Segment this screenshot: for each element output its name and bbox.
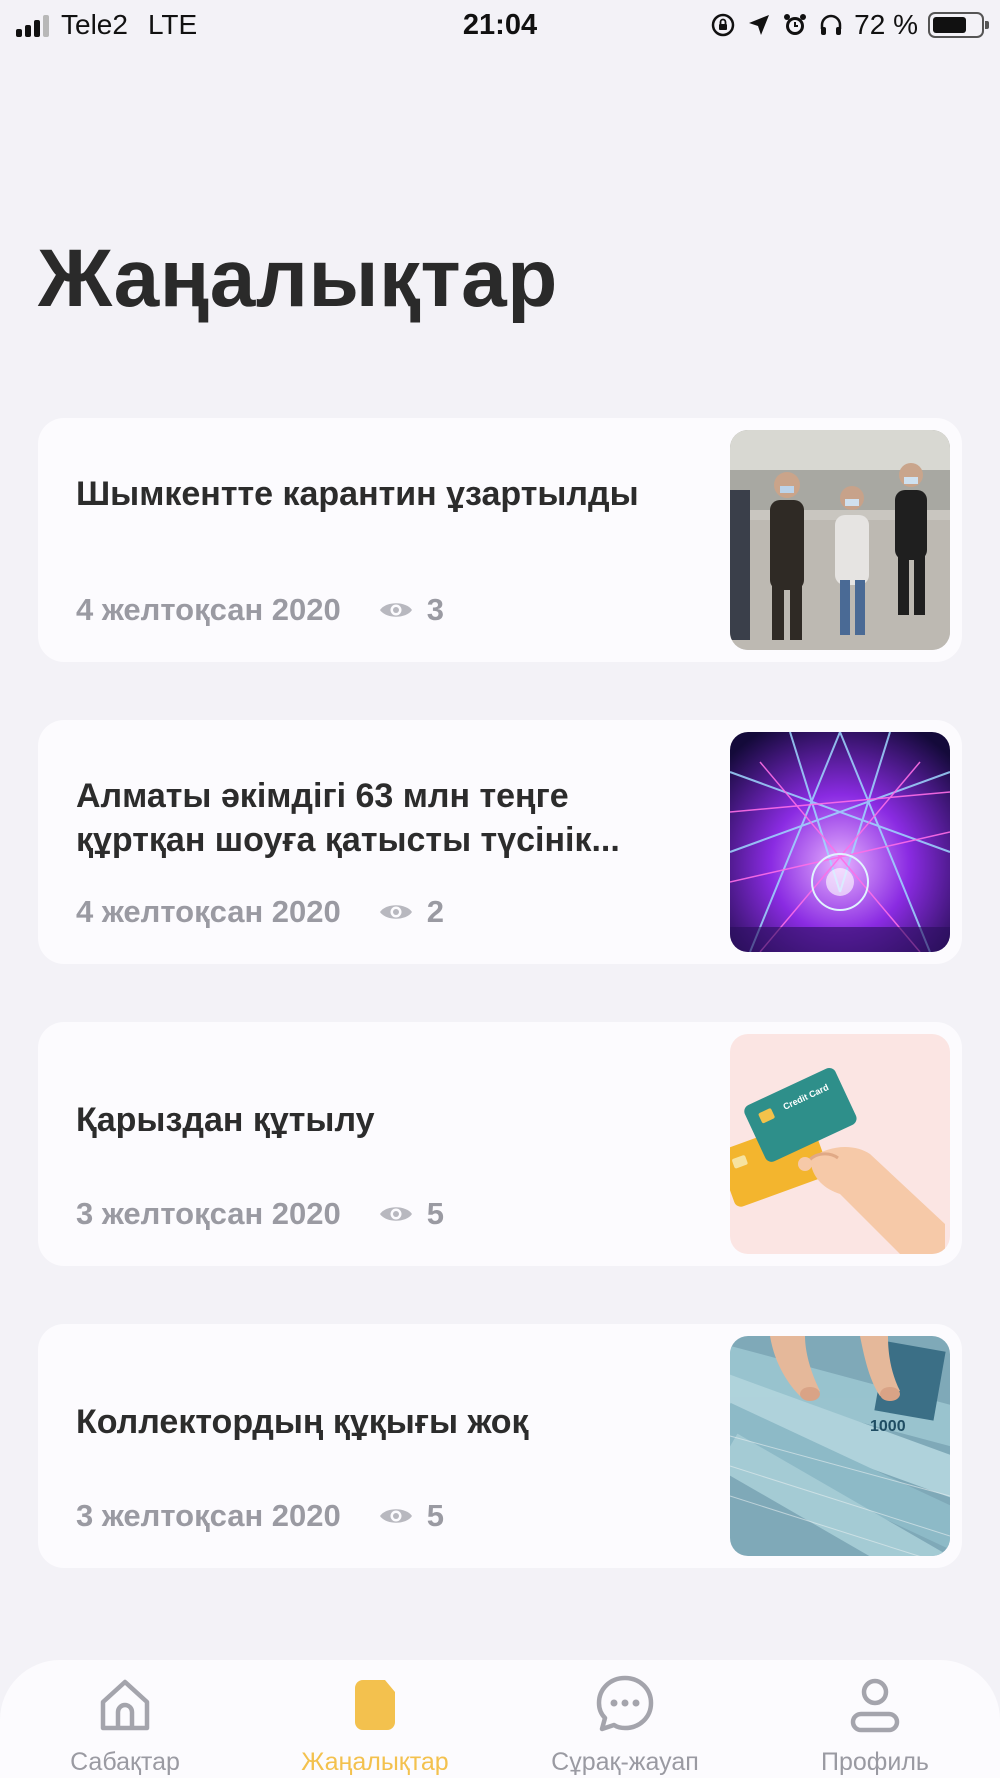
- status-bar: Tele2 LTE 21:04 72 %: [0, 0, 1000, 50]
- tab-label: Сұрақ-жауап: [551, 1748, 699, 1776]
- bottom-tab-bar: Сабақтар Жаңалықтар Сұрақ-жауап Профиль: [0, 1660, 1000, 1778]
- eye-icon: [379, 1203, 413, 1225]
- news-card[interactable]: Алматы әкімдігі 63 млн теңге құртқан шоу…: [38, 720, 962, 964]
- battery-level-fill: [933, 17, 967, 33]
- tenge-banknotes-photo: 1000: [730, 1336, 950, 1556]
- alarm-icon: [782, 12, 808, 38]
- laser-light-show-photo: [730, 732, 950, 952]
- status-left: Tele2 LTE: [16, 9, 197, 41]
- news-meta: 3 желтоқсан 2020 5: [76, 1498, 444, 1534]
- eye-icon: [379, 901, 413, 923]
- news-views: 5: [426, 1196, 444, 1231]
- eye-icon: [379, 599, 413, 621]
- news-meta: 4 желтоқсан 2020 2: [76, 894, 444, 930]
- tab-label: Профиль: [821, 1748, 929, 1776]
- news-card[interactable]: Шымкентте карантин ұзартылды 4 желтоқсан…: [38, 418, 962, 662]
- tab-news[interactable]: Жаңалықтар: [275, 1672, 475, 1777]
- news-card[interactable]: Қарыздан құтылу 3 желтоқсан 2020 5 Credi…: [38, 1022, 962, 1266]
- chat-bubble-icon: [593, 1672, 657, 1736]
- news-icon: [343, 1672, 407, 1736]
- page-title: Жаңалықтар: [38, 233, 558, 324]
- news-date: 3 желтоқсан 2020: [76, 1196, 341, 1231]
- profile-icon: [843, 1672, 907, 1736]
- tab-label: Сабақтар: [70, 1748, 180, 1776]
- news-list: Шымкентте карантин ұзартылды 4 желтоқсан…: [38, 418, 962, 1626]
- news-title: Коллектордың құқығы жоқ: [76, 1403, 529, 1441]
- tab-profile[interactable]: Профиль: [775, 1672, 975, 1777]
- network-type: LTE: [147, 9, 198, 40]
- news-date: 4 желтоқсан 2020: [76, 592, 341, 627]
- signal-strength-icon: [16, 13, 49, 37]
- credit-cards-illustration: Credit Card: [730, 1034, 950, 1254]
- carrier-name: Tele2: [61, 9, 128, 40]
- people-wearing-masks-photo: [730, 430, 950, 650]
- news-views: 5: [426, 1498, 444, 1533]
- news-card[interactable]: Коллектордың құқығы жоқ 3 желтоқсан 2020…: [38, 1324, 962, 1568]
- news-date: 4 желтоқсан 2020: [76, 894, 341, 929]
- svg-text:1000: 1000: [870, 1418, 906, 1435]
- news-views: 3: [426, 592, 444, 627]
- news-meta: 3 желтоқсан 2020 5: [76, 1196, 444, 1232]
- orientation-lock-icon: [710, 12, 736, 38]
- battery-icon: [928, 12, 989, 38]
- news-meta: 4 желтоқсан 2020 3: [76, 592, 444, 628]
- eye-icon: [379, 1505, 413, 1527]
- status-right: 72 %: [710, 9, 989, 41]
- headphones-icon: [818, 12, 844, 38]
- status-time: 21:04: [462, 8, 538, 41]
- tab-label: Жаңалықтар: [301, 1748, 449, 1776]
- news-title: Шымкентте карантин ұзартылды: [76, 475, 639, 513]
- battery-percent: 72 %: [854, 9, 918, 40]
- tab-faq[interactable]: Сұрақ-жауап: [525, 1672, 725, 1777]
- tab-lessons[interactable]: Сабақтар: [25, 1672, 225, 1777]
- news-title: Алматы әкімдігі 63 млн теңге құртқан шоу…: [76, 777, 620, 859]
- news-title: Қарыздан құтылу: [76, 1101, 375, 1139]
- home-icon: [93, 1672, 157, 1736]
- location-arrow-icon: [746, 12, 772, 38]
- news-views: 2: [426, 894, 444, 929]
- news-date: 3 желтоқсан 2020: [76, 1498, 341, 1533]
